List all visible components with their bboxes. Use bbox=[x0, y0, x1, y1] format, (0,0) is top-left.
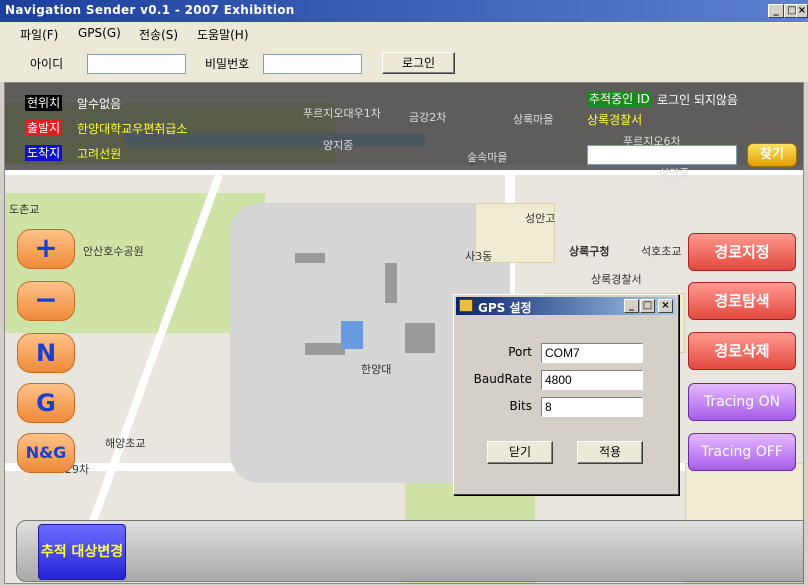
current-location-tag: 현위치 bbox=[25, 95, 63, 111]
find-button[interactable]: 찾기 bbox=[747, 143, 797, 167]
route-search-button[interactable]: 경로탐색 bbox=[688, 282, 796, 320]
id-label: 아이디 bbox=[30, 57, 64, 71]
map-label: 양지중 bbox=[323, 139, 354, 152]
tracing-off-button[interactable]: Tracing OFF bbox=[688, 433, 796, 471]
bits-input[interactable] bbox=[541, 397, 643, 417]
building bbox=[295, 253, 325, 263]
map-label: 상록구청 bbox=[569, 245, 610, 258]
change-track-target-button[interactable]: 추적 대상변경 bbox=[38, 524, 126, 580]
north-up-button[interactable]: N bbox=[17, 333, 75, 373]
map-label: 안산호수공원 bbox=[83, 245, 144, 258]
start-value: 한양대학교우편취급소 bbox=[77, 122, 188, 136]
map-label: 푸르지오대우1차 bbox=[303, 107, 381, 120]
building-highlight bbox=[341, 321, 363, 349]
title-bar: Navigation Sender v0.1 - 2007 Exhibition… bbox=[0, 0, 808, 22]
apply-button[interactable]: 적용 bbox=[577, 441, 643, 464]
map-label: 숲속마을 bbox=[467, 151, 508, 164]
zoom-in-button[interactable]: + bbox=[17, 229, 75, 269]
baudrate-label: BaudRate bbox=[473, 372, 532, 386]
map-label: 상록경찰서 bbox=[591, 273, 642, 286]
map-label: 성안고 bbox=[525, 212, 556, 225]
dialog-maximize-button[interactable]: □ bbox=[640, 299, 655, 313]
tracking-id-tag: 추적중인 ID bbox=[587, 91, 652, 107]
baudrate-input[interactable] bbox=[541, 370, 643, 390]
menu-bar: 파일(F) GPS(G) 전송(S) 도움말(H) bbox=[0, 22, 808, 46]
password-input[interactable] bbox=[263, 54, 362, 74]
password-label: 비밀번호 bbox=[205, 57, 250, 71]
status-overlay: 푸르지오대우1차 금강2차 상록마을 양지중 숲속마을 푸르지오6차 성안중 현… bbox=[5, 83, 803, 180]
gps-settings-dialog: GPS 설정 _ □ × Port BaudRate Bits 닫기 적용 bbox=[453, 294, 679, 495]
building bbox=[305, 343, 345, 355]
dialog-close-button[interactable]: × bbox=[658, 299, 673, 313]
map-label: 사3동 bbox=[465, 250, 493, 263]
window-title: Navigation Sender v0.1 - 2007 Exhibition bbox=[5, 3, 295, 17]
tracking-target: 상록경찰서 bbox=[587, 113, 643, 127]
login-bar: 아이디 비밀번호 로그인 bbox=[0, 46, 808, 82]
id-input[interactable] bbox=[87, 54, 186, 74]
menu-gps[interactable]: GPS(G) bbox=[78, 26, 121, 40]
dialog-title: GPS 설정 bbox=[478, 301, 532, 315]
route-set-button[interactable]: 경로지정 bbox=[688, 233, 796, 271]
zoom-out-button[interactable]: − bbox=[17, 281, 75, 321]
start-tag: 출발지 bbox=[25, 120, 63, 136]
building bbox=[405, 323, 435, 353]
destination-value: 고려선원 bbox=[77, 147, 122, 161]
route-delete-button[interactable]: 경로삭제 bbox=[688, 332, 796, 370]
building bbox=[385, 263, 397, 303]
minimize-button[interactable]: _ bbox=[768, 4, 784, 18]
close-dialog-button[interactable]: 닫기 bbox=[487, 441, 553, 464]
tracing-on-button[interactable]: Tracing ON bbox=[688, 383, 796, 421]
port-label: Port bbox=[508, 345, 532, 359]
map-view[interactable]: 안산호수공원 사3동 한양대 해양초교 성안고 상록구청 석호초교 상록경찰서 … bbox=[4, 82, 804, 584]
map-label: 한양대 bbox=[361, 363, 392, 376]
bits-label: Bits bbox=[509, 399, 532, 413]
destination-tag: 도착지 bbox=[25, 145, 63, 161]
map-label: 성안중 bbox=[659, 167, 690, 180]
map-label: 도촌교 bbox=[9, 203, 40, 216]
close-button[interactable]: × bbox=[796, 4, 808, 18]
map-label: 석호초교 bbox=[641, 245, 682, 258]
map-label: 금강2차 bbox=[409, 111, 447, 124]
port-input[interactable] bbox=[541, 343, 643, 363]
tracking-id-value: 로그인 되지않음 bbox=[657, 93, 739, 107]
dialog-title-bar: GPS 설정 _ □ × bbox=[456, 297, 676, 315]
gps-button[interactable]: G bbox=[17, 383, 75, 423]
map-label: 해양초교 bbox=[105, 437, 146, 450]
menu-help[interactable]: 도움말(H) bbox=[197, 26, 249, 43]
map-label: 상록마을 bbox=[513, 113, 554, 126]
dialog-minimize-button[interactable]: _ bbox=[624, 299, 639, 313]
menu-file[interactable]: 파일(F) bbox=[20, 26, 58, 43]
bottom-panel bbox=[16, 520, 804, 582]
menu-send[interactable]: 전송(S) bbox=[139, 26, 178, 43]
search-input[interactable] bbox=[587, 145, 737, 165]
current-location-value: 알수없음 bbox=[77, 97, 122, 111]
login-button[interactable]: 로그인 bbox=[382, 52, 455, 74]
north-gps-button[interactable]: N&G bbox=[17, 433, 75, 473]
app-icon bbox=[459, 299, 473, 312]
